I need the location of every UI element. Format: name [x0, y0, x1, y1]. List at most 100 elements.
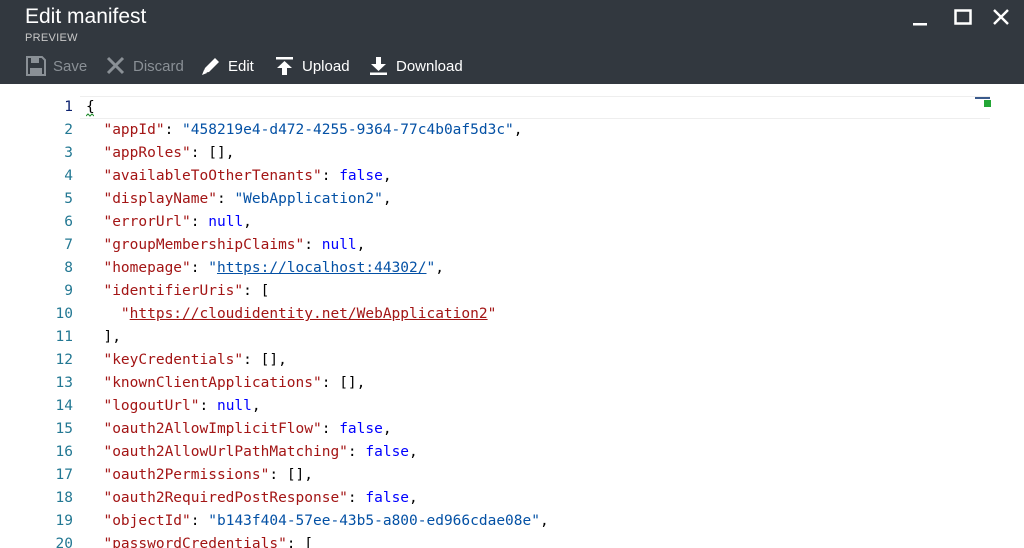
minimize-button[interactable] — [907, 6, 933, 30]
code-line[interactable]: 11 ], — [0, 326, 1024, 349]
download-button[interactable]: Download — [368, 54, 463, 78]
code-line[interactable]: 7 "groupMembershipClaims": null, — [0, 234, 1024, 257]
preview-badge: PREVIEW — [25, 32, 78, 44]
quote: " — [487, 306, 497, 322]
code-line[interactable]: 8 "homepage": "https://localhost:44302/"… — [0, 257, 1024, 280]
code-line[interactable]: 14 "logoutUrl": null, — [0, 395, 1024, 418]
code-text: "identifierUris": [ — [86, 280, 269, 303]
json-value: false — [365, 444, 410, 460]
save-label: Save — [53, 57, 88, 75]
code-text: ], — [86, 326, 121, 349]
code-line[interactable]: 15 "oauth2AllowImplicitFlow": false, — [0, 418, 1024, 441]
json-comma: , — [243, 214, 252, 230]
command-bar: Save Discard Edit Upload Download — [0, 50, 700, 80]
json-value: "b143f404-57ee-43b5-a800-ed966cdae08e" — [208, 513, 540, 529]
manifest-code-editor[interactable]: 1{2 "appId": "458219e4-d472-4255-9364-77… — [0, 84, 1024, 548]
line-number: 12 — [55, 352, 73, 368]
maximize-button[interactable] — [950, 6, 976, 30]
json-comma: , — [409, 444, 418, 460]
code-line[interactable]: 20 "passwordCredentials": [ — [0, 533, 1024, 548]
line-number: 10 — [55, 306, 73, 322]
line-number: 15 — [55, 421, 73, 437]
json-value: ], — [103, 329, 121, 345]
code-line[interactable]: 2 "appId": "458219e4-d472-4255-9364-77c4… — [0, 119, 1024, 142]
line-number: 6 — [64, 214, 73, 230]
json-key: "oauth2Permissions" — [103, 467, 270, 483]
json-separator: : — [321, 421, 340, 437]
code-line[interactable]: 10 "https://cloudidentity.net/WebApplica… — [0, 303, 1024, 326]
code-line[interactable]: 5 "displayName": "WebApplication2", — [0, 188, 1024, 211]
code-line[interactable]: 1{ — [0, 96, 1024, 119]
save-icon — [25, 56, 47, 76]
json-separator: : — [321, 375, 340, 391]
json-value: null — [216, 398, 252, 414]
json-key: "appRoles" — [103, 145, 191, 161]
code-text: "appId": "458219e4-d472-4255-9364-77c4b0… — [86, 119, 522, 142]
json-key: "oauth2AllowUrlPathMatching" — [103, 444, 348, 460]
json-separator: : — [286, 536, 305, 548]
edit-button[interactable]: Edit — [200, 54, 254, 78]
code-text: "errorUrl": null, — [86, 211, 252, 234]
download-icon — [368, 56, 390, 76]
code-text: "oauth2AllowUrlPathMatching": false, — [86, 441, 418, 464]
upload-label: Upload — [302, 57, 350, 75]
json-value: "458219e4-d472-4255-9364-77c4b0af5d3c" — [182, 122, 514, 138]
json-separator: : — [216, 191, 235, 207]
code-text: "oauth2AllowImplicitFlow": false, — [86, 418, 391, 441]
json-key: "homepage" — [103, 260, 191, 276]
code-text: "appRoles": [], — [86, 142, 234, 165]
page-title: Edit manifest — [25, 5, 147, 28]
json-separator: : — [190, 513, 209, 529]
json-key: "availableToOtherTenants" — [103, 168, 322, 184]
json-key: "identifierUris" — [103, 283, 244, 299]
json-value: "https://cloudidentity.net/WebApplicatio… — [121, 306, 496, 322]
code-line[interactable]: 19 "objectId": "b143f404-57ee-43b5-a800-… — [0, 510, 1024, 533]
code-text: "oauth2Permissions": [], — [86, 464, 313, 487]
code-text: "groupMembershipClaims": null, — [86, 234, 365, 257]
code-line[interactable]: 13 "knownClientApplications": [], — [0, 372, 1024, 395]
line-number: 18 — [55, 490, 73, 506]
json-comma: , — [409, 490, 418, 506]
line-number: 17 — [55, 467, 73, 483]
json-key: "appId" — [103, 122, 165, 138]
json-comma: , — [356, 237, 366, 253]
json-key: "logoutUrl" — [103, 398, 200, 414]
code-line[interactable]: 4 "availableToOtherTenants": false, — [0, 165, 1024, 188]
json-comma: , — [304, 467, 314, 483]
line-number: 5 — [64, 191, 73, 207]
url-link[interactable]: https://cloudidentity.net/WebApplication… — [130, 306, 488, 322]
json-separator: : — [190, 214, 209, 230]
code-text: "passwordCredentials": [ — [86, 533, 313, 548]
blade-header: Edit manifest PREVIEW Save Discard Edit — [0, 0, 1024, 84]
save-button[interactable]: Save — [25, 54, 87, 78]
json-comma: , — [539, 513, 549, 529]
json-separator: : — [190, 145, 209, 161]
json-comma: , — [382, 168, 392, 184]
json-comma: , — [356, 375, 366, 391]
discard-button[interactable]: Discard — [105, 54, 184, 78]
json-value: null — [321, 237, 357, 253]
url-link[interactable]: https://localhost:44302/ — [217, 260, 427, 276]
upload-button[interactable]: Upload — [274, 54, 350, 78]
code-line[interactable]: 3 "appRoles": [], — [0, 142, 1024, 165]
json-value: null — [208, 214, 244, 230]
code-line[interactable]: 18 "oauth2RequiredPostResponse": false, — [0, 487, 1024, 510]
json-separator: : — [243, 352, 261, 368]
close-icon — [993, 9, 1009, 25]
json-separator: : — [199, 398, 217, 414]
json-comma: , — [251, 398, 261, 414]
json-key: "groupMembershipClaims" — [103, 237, 305, 253]
code-line[interactable]: 9 "identifierUris": [ — [0, 280, 1024, 303]
json-separator: : — [347, 490, 366, 506]
json-key: "objectId" — [103, 513, 191, 529]
close-button[interactable] — [988, 6, 1014, 30]
json-value: "WebApplication2" — [234, 191, 383, 207]
code-line[interactable]: 17 "oauth2Permissions": [], — [0, 464, 1024, 487]
json-value: "https://localhost:44302/" — [208, 260, 435, 276]
code-text: "homepage": "https://localhost:44302/", — [86, 257, 444, 280]
code-line[interactable]: 16 "oauth2AllowUrlPathMatching": false, — [0, 441, 1024, 464]
json-key: "errorUrl" — [103, 214, 191, 230]
code-line[interactable]: 12 "keyCredentials": [], — [0, 349, 1024, 372]
discard-icon — [105, 56, 127, 76]
code-line[interactable]: 6 "errorUrl": null, — [0, 211, 1024, 234]
